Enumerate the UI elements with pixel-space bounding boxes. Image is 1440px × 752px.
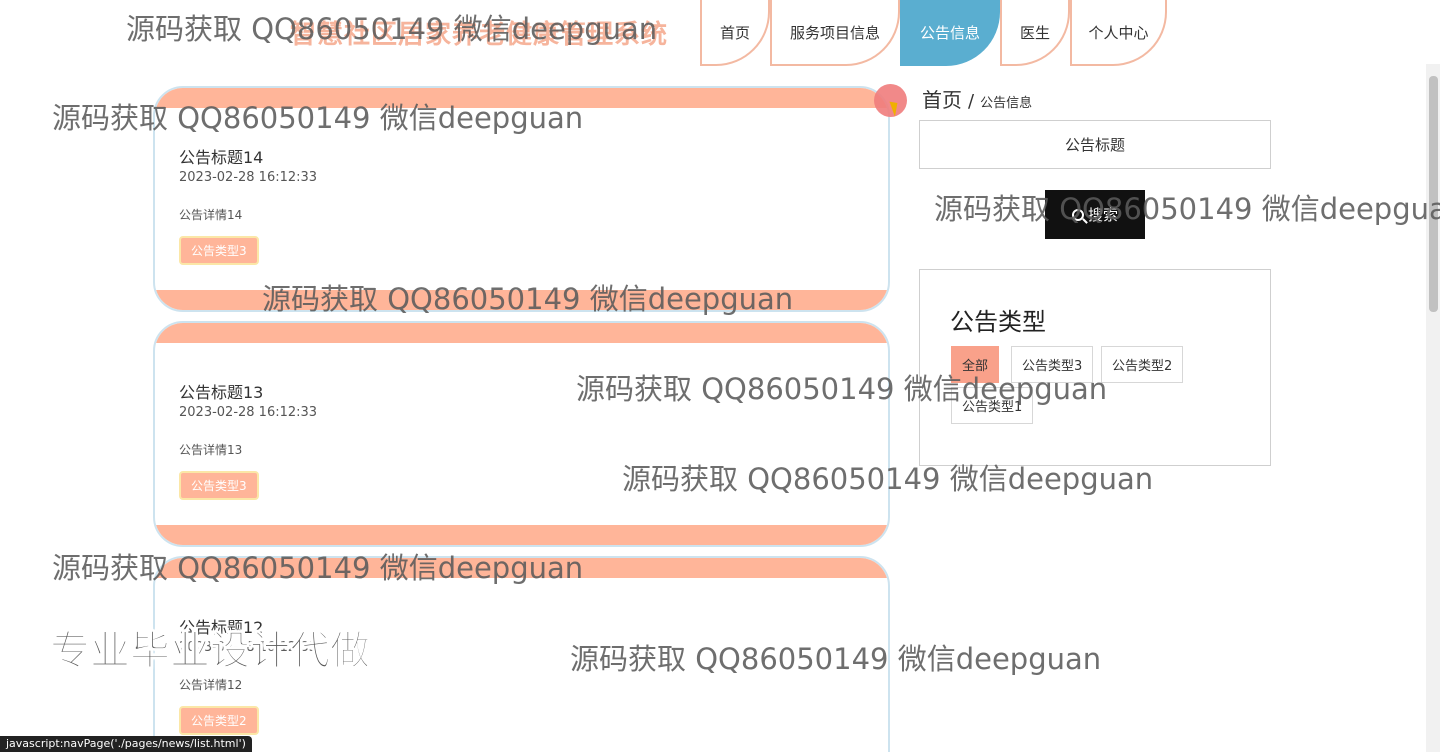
breadcrumb: 首页 / 公告信息 — [922, 84, 1032, 113]
notice-desc: 公告详情12 — [179, 678, 243, 692]
type-filter-all[interactable]: 全部 — [951, 346, 1000, 383]
search-button-label: 搜索 — [1087, 207, 1118, 224]
scrollbar-thumb[interactable] — [1429, 76, 1438, 312]
notice-desc: 公告详情13 — [179, 443, 243, 457]
nav-tab-doctors[interactable]: 医生 — [1000, 0, 1070, 66]
nav-tab-home[interactable]: 首页 — [700, 0, 770, 66]
type-filter-item[interactable]: 公告类型2 — [1101, 346, 1184, 383]
notice-card[interactable]: 公告标题13 2023-02-28 16:12:33 公告详情13 公告类型3 — [153, 321, 890, 547]
nav-tab-profile[interactable]: 个人中心 — [1070, 0, 1167, 66]
watermark: 源码获取 QQ86050149 微信deepguan — [934, 192, 1440, 226]
type-filter-item[interactable]: 公告类型1 — [951, 387, 1034, 424]
page: 智慧社区居家养老健康管理系统 首页 服务项目信息 公告信息 医生 个人中心 公告… — [0, 0, 1440, 752]
search-icon — [1071, 208, 1084, 221]
breadcrumb-home-link[interactable]: 首页 — [922, 84, 962, 113]
card-top-band — [155, 88, 888, 108]
notice-time: 2023-02-28 16:12:33 — [179, 170, 318, 185]
notice-title: 公告标题14 — [179, 148, 264, 167]
nav-tab-services[interactable]: 服务项目信息 — [770, 0, 900, 66]
promo-watermark: 专业毕业设计代做 — [50, 628, 371, 675]
site-title: 智慧社区居家养老健康管理系统 — [290, 20, 669, 50]
status-bar-url: javascript:navPage('./pages/news/list.ht… — [0, 736, 252, 752]
breadcrumb-separator: / — [968, 91, 975, 112]
notice-type-badge: 公告类型3 — [179, 236, 259, 265]
search-input[interactable] — [919, 120, 1271, 169]
type-filter-title: 公告类型 — [950, 308, 1046, 336]
breadcrumb-current: 公告信息 — [980, 96, 1033, 111]
type-filter-item[interactable]: 公告类型3 — [1011, 346, 1094, 383]
card-top-band — [155, 323, 888, 343]
nav-tab-notices[interactable]: 公告信息 — [900, 0, 1000, 66]
notice-title: 公告标题13 — [179, 383, 264, 402]
card-top-band — [155, 558, 888, 578]
notice-type-badge: 公告类型2 — [179, 706, 259, 735]
notice-time: 2023-02-28 16:12:33 — [179, 405, 318, 420]
search-button[interactable]: 搜索 — [1045, 190, 1145, 239]
notice-desc: 公告详情14 — [179, 208, 243, 222]
card-bottom-band — [155, 290, 888, 310]
notice-card[interactable]: 公告标题14 2023-02-28 16:12:33 公告详情14 公告类型3 — [153, 86, 890, 312]
card-bottom-band — [155, 525, 888, 545]
notice-type-badge: 公告类型3 — [179, 471, 259, 500]
type-filter-panel: 公告类型 全部 公告类型3 公告类型2 公告类型1 — [919, 269, 1271, 466]
